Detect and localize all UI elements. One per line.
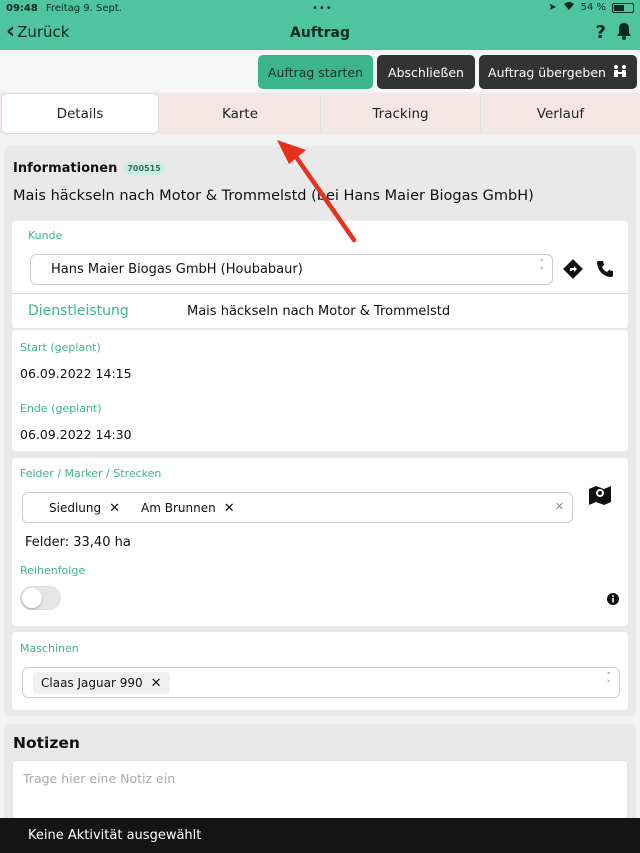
schedule-section: Start (geplant) 06.09.2022 14:15 Ende (g… (12, 330, 628, 451)
activity-bar[interactable]: Keine Aktivität ausgewählt (0, 818, 640, 853)
fields-input[interactable]: Siedlung ✕ Am Brunnen ✕ ✕ (22, 492, 573, 523)
start-label: Start (geplant) (20, 341, 101, 354)
page-title: Auftrag (290, 25, 350, 41)
map-marker-icon[interactable] (588, 484, 612, 510)
status-bar: 09:48 Freitag 9. Sept. ••• ➤ 54 % (0, 0, 640, 16)
bell-icon[interactable] (616, 22, 632, 45)
order-number-badge: 700515 (123, 162, 165, 175)
machines-label: Maschinen (20, 642, 79, 655)
handover-button[interactable]: Auftrag übergeben (479, 55, 637, 89)
notes-placeholder: Trage hier eine Notiz ein (23, 771, 176, 786)
tab-bar: Details Karte Tracking Verlauf (0, 93, 640, 134)
customer-label: Kunde (28, 229, 63, 242)
start-value: 06.09.2022 14:15 (20, 366, 132, 381)
phone-icon[interactable] (596, 260, 614, 282)
machines-select[interactable]: Claas Jaguar 990 ✕ ˄ ˅ (22, 667, 620, 698)
tab-tracking[interactable]: Tracking (321, 93, 480, 134)
action-toolbar: Auftrag starten Abschließen Auftrag über… (0, 50, 640, 92)
battery-fill (614, 4, 624, 11)
fields-summary: Felder: 33,40 ha (25, 535, 131, 550)
directions-icon[interactable] (563, 259, 583, 283)
fields-section: Felder / Marker / Strecken Siedlung ✕ Am… (12, 458, 628, 626)
battery-percent: 54 % (580, 2, 606, 13)
chip-label: Siedlung (49, 501, 102, 515)
tab-verlauf[interactable]: Verlauf (481, 93, 640, 134)
select-updown-icon: ˄ ˅ (606, 672, 612, 690)
service-value: Mais häckseln nach Motor & Trommelstd (187, 304, 451, 319)
tab-karte[interactable]: Karte (160, 93, 320, 134)
clear-icon[interactable]: ✕ (555, 500, 564, 513)
customer-value: Hans Maier Biogas GmbH (Houbabaur) (51, 262, 303, 277)
status-date: Freitag 9. Sept. (45, 2, 122, 14)
order-toggle[interactable] (20, 586, 61, 610)
order-title: Mais häckseln nach Motor & Trommelstd (b… (13, 188, 534, 204)
chip-label: Am Brunnen (141, 501, 216, 515)
information-header: Informationen 700515 (13, 161, 165, 176)
location-icon: ➤ (548, 2, 557, 13)
remove-chip-icon[interactable]: ✕ (151, 676, 162, 691)
machine-chip[interactable]: Claas Jaguar 990 ✕ (33, 672, 170, 694)
order-label: Reihenfolge (20, 564, 86, 577)
handover-label: Auftrag übergeben (488, 64, 606, 80)
help-icon[interactable]: ? (596, 22, 606, 45)
tab-details[interactable]: Details (1, 93, 159, 134)
status-time: 09:48 (6, 2, 38, 14)
remove-chip-icon[interactable]: ✕ (224, 501, 235, 516)
status-icons: ➤ 54 % (548, 1, 634, 14)
machines-section: Maschinen Claas Jaguar 990 ✕ ˄ ˅ (12, 632, 628, 710)
field-chip[interactable]: Siedlung ✕ (41, 497, 128, 519)
notes-input[interactable]: Trage hier eine Notiz ein (12, 760, 628, 820)
nav-bar: ‹ Zurück Auftrag ? (0, 16, 640, 50)
wifi-icon (563, 1, 575, 14)
field-chip[interactable]: Am Brunnen ✕ (133, 497, 243, 519)
fields-label: Felder / Marker / Strecken (20, 467, 162, 480)
remove-chip-icon[interactable]: ✕ (109, 501, 120, 516)
customer-select[interactable]: Hans Maier Biogas GmbH (Houbabaur) ˄ ˅ (30, 254, 553, 285)
chip-label: Claas Jaguar 990 (41, 676, 143, 690)
activity-status: Keine Aktivität ausgewählt (28, 828, 202, 843)
nav-actions: ? (596, 22, 632, 45)
multitasking-dots-icon[interactable]: ••• (312, 3, 333, 14)
divider (12, 293, 628, 294)
information-heading: Informationen (13, 161, 118, 176)
info-icon[interactable] (606, 591, 620, 610)
customer-section: Kunde Hans Maier Biogas GmbH (Houbabaur)… (12, 221, 628, 328)
handover-icon (612, 64, 628, 81)
battery-icon (612, 2, 634, 13)
toggle-knob (22, 588, 42, 608)
notes-title: Notizen (13, 734, 80, 752)
complete-button[interactable]: Abschließen (377, 55, 475, 89)
end-label: Ende (geplant) (20, 402, 102, 415)
end-value: 06.09.2022 14:30 (20, 427, 132, 442)
service-label: Dienstleistung (28, 303, 129, 319)
select-updown-icon: ˄ ˅ (539, 259, 545, 277)
start-order-button[interactable]: Auftrag starten (258, 55, 373, 89)
